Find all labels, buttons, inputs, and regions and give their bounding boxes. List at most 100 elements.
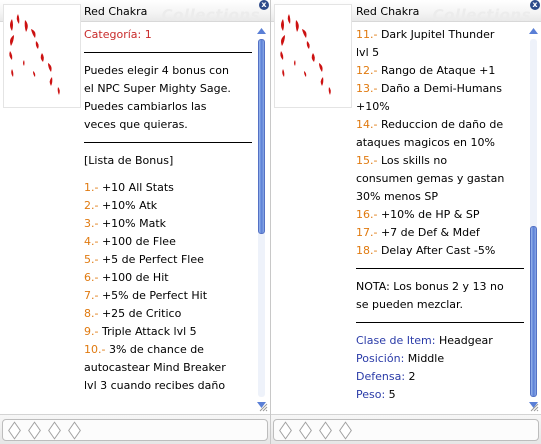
line-text: 3% de chance de	[105, 343, 204, 356]
scroll-thumb[interactable]	[530, 226, 537, 397]
description-text-area: Categoría: 1 Puedes elegir 4 bonus con el …	[84, 26, 252, 406]
line-text: Puedes cambiarlos las	[84, 100, 207, 113]
description-line: 11.- Dark Jupitel Thunder	[356, 26, 524, 44]
card-slot-icon[interactable]	[28, 421, 41, 440]
separator-line	[356, 268, 524, 269]
line-text: +100 de Flee	[98, 235, 176, 248]
description-line: 7.- +5% de Perfect Hit	[84, 287, 252, 305]
line-text: Reduccion de daño de	[377, 118, 504, 131]
line-text: Los skills no	[377, 154, 448, 167]
line-text: +5% de Perfect Hit	[98, 289, 208, 302]
line-text: +5 de Perfect Flee	[98, 253, 204, 266]
window-title: Red Chakra	[356, 5, 420, 18]
card-slots	[273, 419, 539, 441]
bonus-number: 9.-	[84, 325, 99, 338]
close-icon[interactable]: x	[259, 0, 269, 10]
scroll-up-arrow-icon[interactable]	[528, 26, 539, 37]
bonus-number: 3.-	[84, 217, 99, 230]
bonus-number: 2.-	[84, 199, 99, 212]
description-line: se pueden mezclar.	[356, 296, 524, 314]
description-line: 6.- +100 de Hit	[84, 269, 252, 287]
separator-line	[84, 142, 252, 143]
close-icon[interactable]: x	[530, 0, 540, 10]
bonus-number: 7.-	[84, 289, 99, 302]
description-line: 4.- +100 de Flee	[84, 233, 252, 251]
scrollbar[interactable]	[255, 26, 268, 410]
bonus-number: 18.-	[356, 244, 378, 257]
description-line: 1.- +10 All Stats	[84, 179, 252, 197]
line-text: +10% Atk	[98, 199, 158, 212]
bonus-number: 13.-	[356, 82, 378, 95]
description-line: Puedes cambiarlos las	[84, 98, 252, 116]
bonus-number: 15.-	[356, 154, 378, 167]
bonus-number: 4.-	[84, 235, 99, 248]
bonus-number: 11.-	[356, 28, 378, 41]
resize-grip-icon[interactable]	[529, 402, 539, 412]
resize-grip-icon[interactable]	[258, 402, 268, 412]
bonus-number: 17.-	[356, 226, 378, 239]
item-illustration	[274, 4, 352, 108]
description-line: el NPC Super Mighty Sage.	[84, 80, 252, 98]
description-line: Clase de Item: Headgear	[356, 332, 524, 350]
line-text: Middle	[404, 352, 445, 365]
card-slot-icon[interactable]	[68, 421, 81, 440]
line-text: +25 de Critico	[98, 307, 182, 320]
card-slots	[2, 419, 268, 441]
line-text: veces que quieras.	[84, 118, 188, 131]
description-line: 18.- Delay After Cast -5%	[356, 242, 524, 260]
line-text: Dark Jupitel Thunder	[377, 28, 495, 41]
bonus-number: 5.-	[84, 253, 99, 266]
description-line: Puedes elegir 4 bonus con	[84, 62, 252, 80]
scroll-thumb[interactable]	[258, 39, 265, 234]
line-text: Rango de Ataque +1	[377, 64, 496, 77]
card-slot-icon[interactable]	[319, 421, 332, 440]
bonus-number: 10.-	[84, 343, 106, 356]
description-line: lvl 5	[356, 44, 524, 62]
card-slot-bar	[0, 414, 270, 444]
card-slot-icon[interactable]	[339, 421, 352, 440]
description-line: 8.- +25 de Critico	[84, 305, 252, 323]
scrollbar[interactable]	[527, 26, 540, 410]
collections-watermark: Collections	[161, 6, 260, 24]
description-line: Categoría: 1	[84, 26, 252, 44]
bonus-number: 6.-	[84, 271, 99, 284]
line-text: lvl 5	[356, 46, 380, 59]
line-text: +10 All Stats	[98, 181, 174, 194]
description-line: 17.- +7 de Def & Mdef	[356, 224, 524, 242]
description-line: 16.- +10% de HP & SP	[356, 206, 524, 224]
description-line: ataques magicos en 10%	[356, 134, 524, 152]
description-text-area: 11.- Dark Jupitel Thunder lvl 5 12.- Rango…	[356, 26, 524, 406]
line-text: +10%	[356, 100, 390, 113]
description-line: 5.- +5 de Perfect Flee	[84, 251, 252, 269]
line-text: consumen gemas y gastan	[356, 172, 505, 185]
property-label: Defensa:	[356, 370, 406, 383]
bonus-number: 8.-	[84, 307, 99, 320]
description-line: 13.- Daño a Demi-Humans	[356, 80, 524, 98]
description-line: 15.- Los skills no	[356, 152, 524, 170]
line-text: autocastear Mind Breaker	[84, 361, 226, 374]
description-line: Posición: Middle	[356, 350, 524, 368]
line-text: Categoría: 1	[84, 28, 152, 41]
description-line: 9.- Triple Attack lvl 5	[84, 323, 252, 341]
description-line: veces que quieras.	[84, 116, 252, 134]
card-slot-icon[interactable]	[8, 421, 21, 440]
description-line: Defensa: 2	[356, 368, 524, 386]
property-label: Posición:	[356, 352, 405, 365]
card-slot-icon[interactable]	[279, 421, 292, 440]
description-line: 12.- Rango de Ataque +1	[356, 62, 524, 80]
bonus-number: 12.-	[356, 64, 378, 77]
property-label: Peso:	[356, 388, 386, 401]
line-text: [Lista de Bonus]	[84, 154, 174, 167]
description-line: 30% menos SP	[356, 188, 524, 206]
description-line: 2.- +10% Atk	[84, 197, 252, 215]
card-slot-icon[interactable]	[48, 421, 61, 440]
line-text: lvl 3 cuando recibes daño	[84, 379, 226, 392]
scroll-up-arrow-icon[interactable]	[256, 26, 267, 37]
line-text: Delay After Cast -5%	[377, 244, 496, 257]
description-line: 14.- Reduccion de daño de	[356, 116, 524, 134]
line-text: +100 de Hit	[98, 271, 169, 284]
bonus-number: 1.-	[84, 181, 99, 194]
card-slot-icon[interactable]	[299, 421, 312, 440]
collections-watermark: Collections	[432, 6, 531, 24]
